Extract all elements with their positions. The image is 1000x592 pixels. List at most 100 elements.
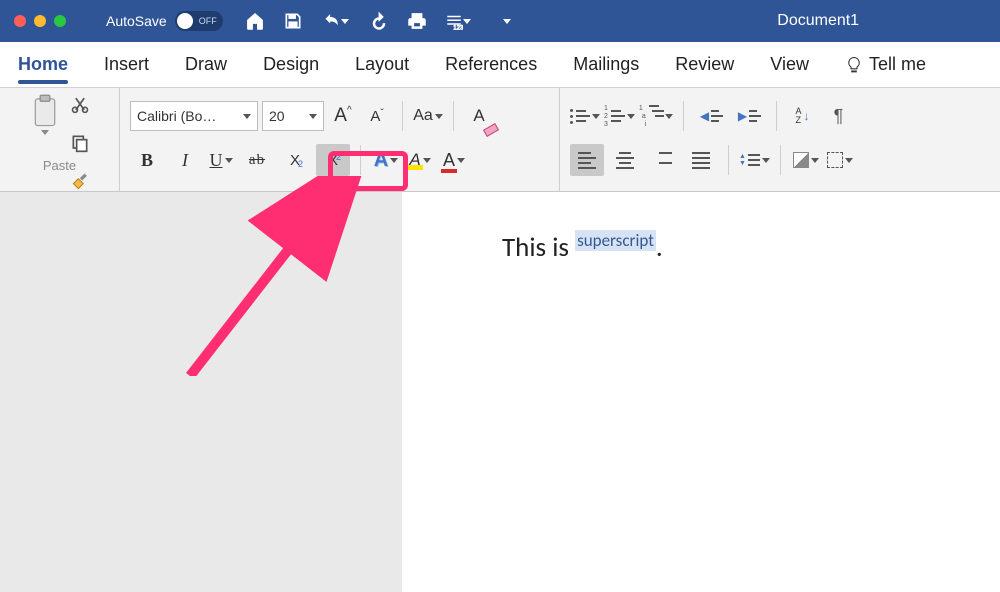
numbered-list-caret[interactable] [627, 114, 635, 119]
tab-home[interactable]: Home [18, 46, 68, 83]
paste-dropdown-caret[interactable] [41, 130, 49, 135]
align-right-button[interactable] [646, 144, 680, 176]
align-center-button[interactable] [608, 144, 642, 176]
bulleted-list-caret[interactable] [592, 114, 600, 119]
decrease-indent-button[interactable]: ◀ [694, 100, 728, 132]
subscript-button[interactable]: X2 [278, 144, 312, 176]
italic-button[interactable]: I [168, 144, 202, 176]
increase-indent-button[interactable]: ▶ [732, 100, 766, 132]
tab-layout[interactable]: Layout [355, 46, 409, 83]
spacing-icon[interactable]: 123 [445, 11, 471, 31]
tab-review[interactable]: Review [675, 46, 734, 83]
align-right-icon [654, 152, 672, 169]
shading-caret[interactable] [811, 158, 819, 163]
underline-button[interactable]: U [206, 144, 236, 176]
pilcrow-icon: ¶ [834, 106, 844, 127]
sort-button[interactable]: AZ ↓ [787, 100, 817, 132]
page-gutter [0, 192, 402, 592]
tab-tell-me[interactable]: Tell me [845, 46, 926, 83]
superscript-icon: X2 [328, 152, 338, 169]
separator [360, 145, 361, 175]
multilevel-list-button[interactable]: 1ai [639, 100, 674, 132]
tab-insert[interactable]: Insert [104, 46, 149, 83]
undo-icon[interactable] [321, 11, 351, 31]
paintbrush-icon [70, 172, 90, 192]
align-left-button[interactable] [570, 144, 604, 176]
tab-references[interactable]: References [445, 46, 537, 83]
shrink-font-button[interactable]: Aˇ [362, 100, 392, 132]
shading-icon [793, 152, 809, 168]
clipboard-icon [30, 94, 60, 128]
line-spacing-caret[interactable] [762, 158, 770, 163]
highlight-button[interactable]: A [405, 144, 435, 176]
grow-font-button[interactable]: A^ [328, 100, 358, 132]
autosave-label: AutoSave [106, 13, 167, 29]
strikethrough-icon: ab [249, 152, 265, 169]
font-name-select[interactable]: Calibri (Bo… [130, 101, 258, 131]
font-color-icon: A [443, 150, 455, 171]
font-color-caret[interactable] [457, 158, 465, 163]
separator [780, 145, 781, 175]
change-case-button[interactable]: Aa [413, 100, 443, 132]
font-color-button[interactable]: A [439, 144, 469, 176]
highlight-caret[interactable] [423, 158, 431, 163]
tab-mailings[interactable]: Mailings [573, 46, 639, 83]
numbered-list-button[interactable]: 123 [604, 100, 635, 132]
print-icon[interactable] [407, 11, 427, 31]
customize-qat-caret[interactable] [497, 11, 517, 31]
autosave-toggle[interactable]: OFF [175, 11, 223, 31]
bulleted-list-button[interactable] [570, 100, 600, 132]
font-size-caret[interactable] [309, 114, 317, 119]
document-page[interactable]: This is superscript. [402, 192, 1000, 592]
shrink-font-icon: Aˇ [370, 108, 383, 125]
font-name-value: Calibri (Bo… [137, 108, 216, 124]
borders-button[interactable] [825, 144, 855, 176]
superscript-button[interactable]: X2 [316, 144, 350, 176]
show-formatting-button[interactable]: ¶ [821, 100, 855, 132]
text-run-superscript-selected[interactable]: superscript [575, 230, 656, 251]
clear-formatting-button[interactable]: A [464, 100, 494, 132]
bold-icon: B [141, 150, 153, 171]
justify-icon [692, 152, 710, 169]
clear-formatting-icon: A [473, 106, 484, 126]
multilevel-list-caret[interactable] [665, 114, 673, 119]
subscript-icon: X2 [290, 152, 300, 169]
shading-button[interactable] [791, 144, 821, 176]
minimize-window-button[interactable] [34, 15, 46, 27]
cut-button[interactable] [70, 94, 90, 119]
home-icon[interactable] [245, 11, 265, 31]
redo-icon[interactable] [369, 11, 389, 31]
text-effects-caret[interactable] [390, 158, 398, 163]
line-spacing-button[interactable]: ▲▼ [739, 144, 770, 176]
autosave-control[interactable]: AutoSave OFF [106, 11, 223, 31]
borders-caret[interactable] [845, 158, 853, 163]
close-window-button[interactable] [14, 15, 26, 27]
undo-dropdown-caret[interactable] [341, 19, 349, 24]
save-icon[interactable] [283, 11, 303, 31]
underline-caret[interactable] [225, 158, 233, 163]
grow-font-icon: A^ [334, 105, 351, 127]
bold-button[interactable]: B [130, 144, 164, 176]
window-titlebar: AutoSave OFF 123 Document1 [0, 0, 1000, 42]
tab-draw[interactable]: Draw [185, 46, 227, 83]
document-paragraph[interactable]: This is superscript. [502, 230, 960, 264]
tab-view[interactable]: View [770, 46, 809, 83]
strikethrough-button[interactable]: ab [240, 144, 274, 176]
svg-text:123: 123 [453, 25, 463, 30]
change-case-caret[interactable] [435, 114, 443, 119]
copy-icon [70, 133, 90, 153]
quick-access-toolbar: 123 [245, 11, 517, 31]
font-size-select[interactable]: 20 [262, 101, 324, 131]
align-left-icon [578, 152, 596, 169]
font-name-caret[interactable] [243, 114, 251, 119]
spacing-caret[interactable] [463, 19, 471, 24]
zoom-window-button[interactable] [54, 15, 66, 27]
text-effects-button[interactable]: A [371, 144, 401, 176]
text-run-normal: This is [502, 231, 575, 264]
justify-button[interactable] [684, 144, 718, 176]
paste-button[interactable] [30, 94, 60, 135]
ribbon: Paste Calibri (Bo… 20 A^ Aˇ Aa [0, 88, 1000, 192]
separator [683, 101, 684, 131]
copy-button[interactable] [70, 133, 90, 158]
tab-design[interactable]: Design [263, 46, 319, 83]
